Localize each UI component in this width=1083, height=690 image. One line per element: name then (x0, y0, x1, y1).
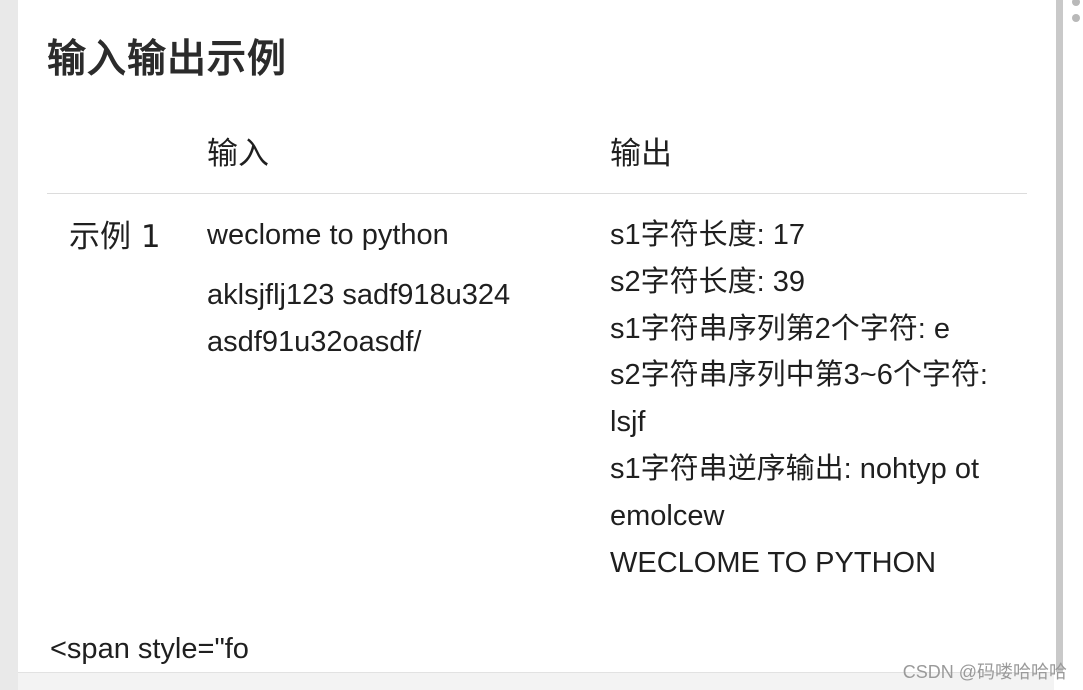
page-title: 输入输出示例 (47, 37, 288, 82)
table-divider (47, 193, 1027, 194)
output-line: s2字符串序列中第3~6个字符: (610, 359, 988, 392)
scroll-handle-icon[interactable] (1072, 0, 1080, 6)
code-fragment: <span style="fo (50, 633, 249, 665)
output-line: s2字符长度: 39 (610, 265, 805, 298)
output-line: s1字符长度: 17 (610, 219, 805, 251)
input-line: weclome to python (207, 219, 449, 251)
input-line: aklsjflj123 sadf918u324 (207, 279, 511, 311)
scrollbar-track[interactable] (1056, 0, 1063, 672)
output-line: emolcew (610, 499, 725, 532)
output-line: s1字符串序列第2个字符: e (610, 312, 950, 345)
column-header-output: 输出 (610, 136, 672, 172)
watermark: CSDN @码喽哈哈哈 (902, 662, 1067, 682)
scroll-handle-icon[interactable] (1072, 14, 1080, 22)
input-line: asdf91u32oasdf/ (207, 326, 422, 358)
example-output-cell: s1字符长度: 17 s2字符长度: 39 s1字符串序列第2个字符: e s2… (610, 212, 1010, 586)
vertical-scrollbar[interactable] (1054, 0, 1083, 690)
horizontal-scrollbar[interactable] (18, 672, 1054, 690)
column-header-input: 输入 (207, 136, 269, 172)
output-line: WECLOME TO PYTHON (610, 546, 937, 579)
example-input-cell: weclome to python aklsjflj123 sadf918u32… (207, 212, 577, 366)
output-line: s1字符串逆序输出: nohtyp ot (610, 452, 980, 485)
content-page: 输入输出示例 输入 输出 示例 1 weclome to python akls… (18, 0, 1054, 690)
output-line: lsjf (610, 406, 646, 439)
example-row-label: 示例 1 (69, 219, 161, 255)
